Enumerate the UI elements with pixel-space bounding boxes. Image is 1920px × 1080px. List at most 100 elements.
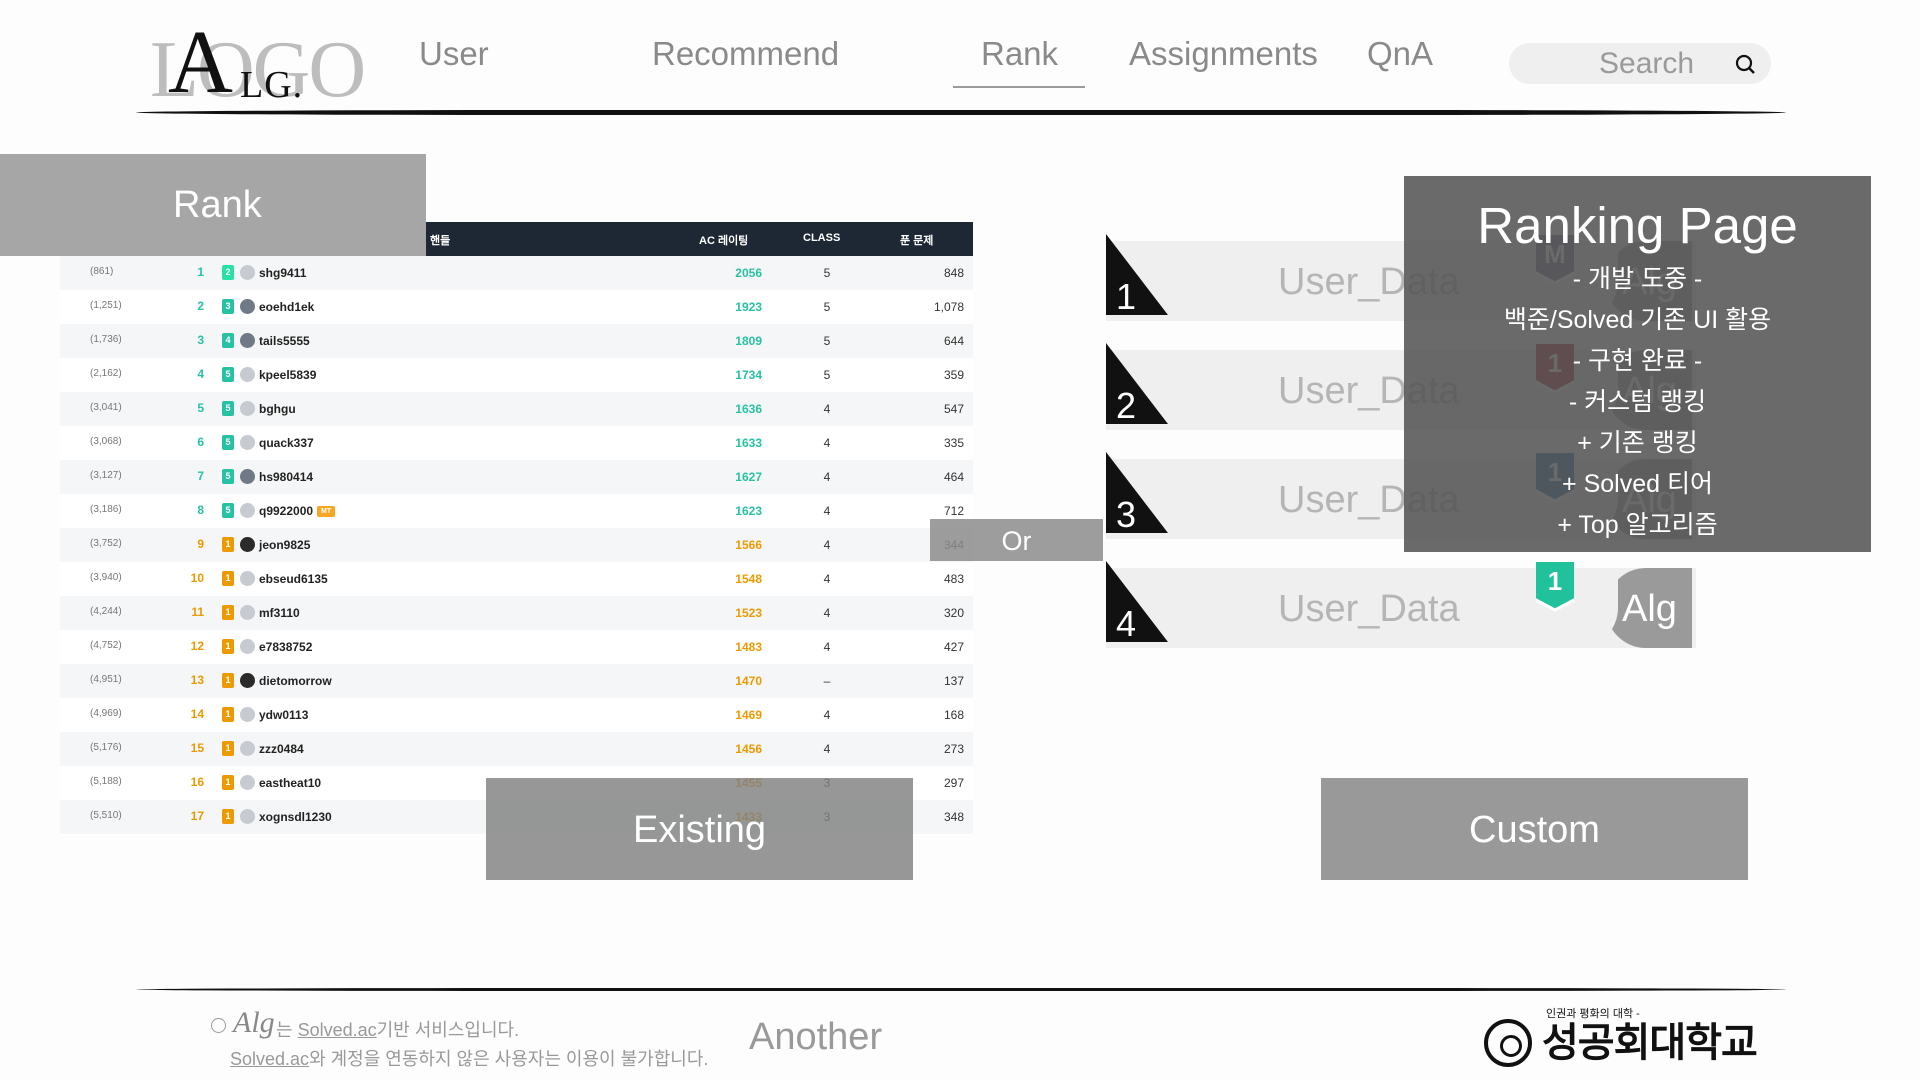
avatar	[240, 673, 255, 688]
ac-rating: 1734	[735, 368, 762, 382]
table-row[interactable]: (861) 1 2 shg9411 2056 5 848	[60, 256, 973, 290]
nav-qna[interactable]: QnA	[1367, 34, 1433, 74]
table-row[interactable]: (4,951) 13 1 dietomorrow 1470 – 137	[60, 664, 973, 698]
user-handle[interactable]: e7838752	[259, 640, 312, 654]
solvedac-link[interactable]: Solved.ac	[230, 1049, 309, 1069]
class-value: 4	[823, 640, 831, 654]
avatar	[240, 741, 255, 756]
rank-number: 16	[190, 775, 204, 789]
table-row[interactable]: (3,127) 7 5 hs980414 1627 4 464	[60, 460, 973, 494]
search-icon[interactable]	[1735, 54, 1755, 74]
avatar	[240, 809, 255, 824]
table-row[interactable]: (3,940) 10 1 ebseud6135 1548 4 483	[60, 562, 973, 596]
user-handle-text: dietomorrow	[259, 674, 332, 688]
table-row[interactable]: (4,244) 11 1 mf3110 1523 4 320	[60, 596, 973, 630]
class-value: 4	[823, 606, 831, 620]
solvedac-link[interactable]: Solved.ac	[298, 1020, 377, 1040]
class-value: 5	[823, 300, 831, 314]
user-handle-text: kpeel5839	[259, 368, 317, 382]
table-row[interactable]: (2,162) 4 5 kpeel5839 1734 5 359	[60, 358, 973, 392]
ac-rating: 1636	[735, 402, 762, 416]
search-input[interactable]: Search	[1509, 43, 1771, 84]
logo[interactable]: LOGO A LG.	[150, 18, 366, 111]
note-line: + 기존 랭킹	[1577, 429, 1698, 457]
table-row[interactable]: (3,752)91jeon982515664344	[60, 528, 973, 562]
solved-count: 273	[943, 742, 964, 756]
tier-badge-icon: 5	[222, 503, 234, 518]
table-row[interactable]: (4,752) 12 1 e7838752 1483 4 427	[60, 630, 973, 664]
solved-count: 464	[943, 470, 964, 484]
previous-rank: (4,752)	[90, 640, 122, 651]
table-row[interactable]: (4,969) 14 1 ydw0113 1469 4 168	[60, 698, 973, 732]
user-handle[interactable]: kpeel5839	[259, 368, 316, 382]
avatar	[240, 367, 255, 382]
user-handle[interactable]: q9922000 MT	[259, 504, 336, 518]
table-row[interactable]: (3,041) 5 5 bghgu 1636 4 547	[60, 392, 973, 426]
ac-rating: 1566	[735, 538, 762, 552]
existing-label: Existing	[632, 809, 767, 851]
user-handle[interactable]: eastheat10	[259, 776, 321, 790]
table-row[interactable]: (5,176) 15 1 zzz0484 1456 4 273	[60, 732, 973, 766]
user-handle[interactable]: jeon9825	[259, 538, 310, 552]
footer-notice-1: 는 Solved.ac기반 서비스입니다.	[276, 1016, 519, 1042]
class-value: 4	[823, 402, 831, 416]
user-handle[interactable]: hs980414	[259, 470, 313, 484]
ac-rating: 1483	[735, 640, 762, 654]
previous-rank: (4,244)	[90, 606, 122, 617]
class-value: 4	[823, 708, 831, 722]
class-value: 4	[823, 538, 831, 552]
table-row[interactable]: (3,186) 8 5 q9922000 MT 1623 4 712	[60, 494, 973, 528]
user-handle[interactable]: ebseud6135	[259, 572, 328, 586]
or-toggle[interactable]: Or	[930, 519, 1103, 561]
ac-rating: 1456	[735, 742, 762, 756]
tier-badge-icon: 1	[222, 673, 234, 688]
user-handle[interactable]: shg9411	[259, 266, 306, 280]
ac-rating: 1627	[735, 470, 762, 484]
class-value: 4	[823, 470, 831, 484]
table-row[interactable]: (3,068) 6 5 quack337 1633 4 335	[60, 426, 973, 460]
university-logo[interactable]: 인권과 평화의 대학 - 성공회대학교	[1484, 1005, 1774, 1075]
previous-rank: (3,186)	[90, 504, 122, 515]
user-handle[interactable]: quack337	[259, 436, 314, 450]
nav-assignments[interactable]: Assignments	[1129, 34, 1318, 74]
user-handle[interactable]: xognsdl1230	[259, 810, 332, 824]
note-line: + Solved 티어	[1562, 470, 1713, 498]
note-line: - 커스텀 랭킹	[1568, 388, 1707, 416]
existing-ranking-button[interactable]: Existing	[486, 778, 913, 880]
user-handle[interactable]: eoehd1ek	[259, 300, 314, 314]
rank-number: 3	[197, 333, 204, 347]
user-handle-text: ebseud6135	[259, 572, 328, 586]
rank-number: 13	[190, 673, 204, 687]
user-handle[interactable]: tails5555	[259, 334, 310, 348]
user-handle-text: quack337	[259, 436, 314, 450]
avatar	[240, 775, 255, 790]
tier-badge-icon: 4	[222, 333, 234, 348]
tier-badge-icon: 1	[222, 809, 234, 824]
rank-number: 12	[190, 639, 204, 653]
user-handle[interactable]: ydw0113	[259, 708, 308, 722]
previous-rank: (1,251)	[90, 300, 122, 311]
agree-radio[interactable]	[211, 1018, 226, 1033]
avatar	[240, 571, 255, 586]
user-handle[interactable]: dietomorrow	[259, 674, 332, 688]
user-handle[interactable]: mf3110	[259, 606, 300, 620]
nav-recommend[interactable]: Recommend	[652, 34, 839, 74]
table-row[interactable]: (1,736) 3 4 tails5555 1809 5 644	[60, 324, 973, 358]
tier-shield-icon: 1	[1535, 562, 1575, 612]
user-handle[interactable]: zzz0484	[259, 742, 304, 756]
nav-rank[interactable]: Rank	[981, 34, 1058, 74]
user-handle[interactable]: bghgu	[259, 402, 296, 416]
user-handle-text: bghgu	[259, 402, 296, 416]
another-button[interactable]: Another	[749, 1016, 882, 1059]
table-row[interactable]: (1,251) 2 3 eoehd1ek 1923 5 1,078	[60, 290, 973, 324]
footer-divider	[136, 988, 1786, 991]
avatar	[240, 605, 255, 620]
class-value: 4	[823, 742, 831, 756]
custom-ranking-button[interactable]: Custom	[1321, 778, 1748, 880]
ranking-card[interactable]: 4 User_Data Alg 1	[1106, 561, 1696, 648]
avatar	[240, 707, 255, 722]
nav-user[interactable]: User	[419, 34, 489, 74]
avatar	[240, 265, 255, 280]
footer-notice-2: Solved.ac와 계정을 연동하지 않은 사용자는 이용이 불가합니다.	[230, 1045, 708, 1071]
tier-badge-icon: 5	[222, 435, 234, 450]
